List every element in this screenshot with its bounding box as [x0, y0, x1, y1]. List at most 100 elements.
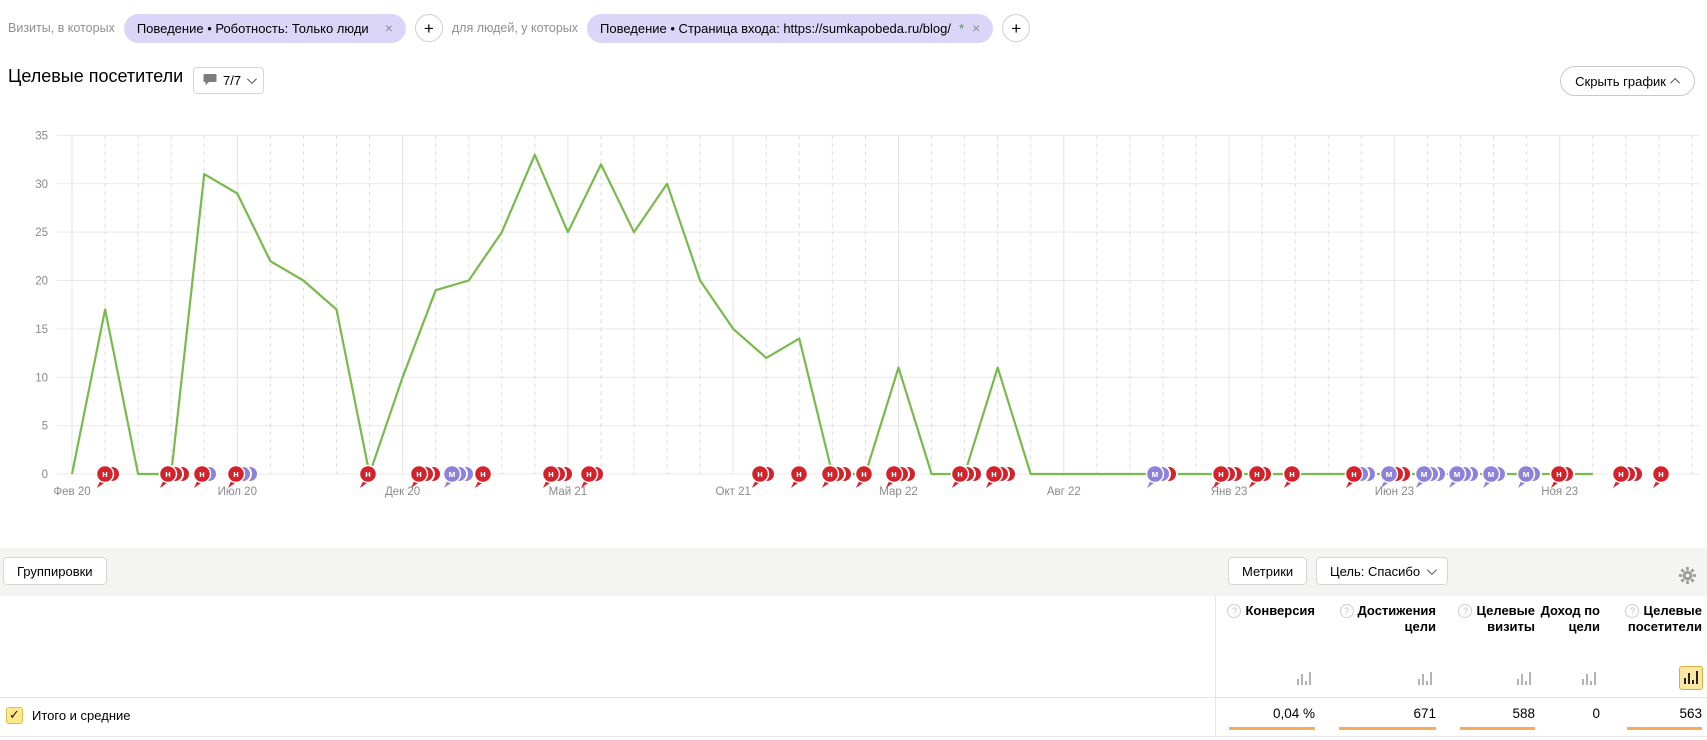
x-axis-label: Июн 23 — [1375, 486, 1414, 498]
comment-marker[interactable]: н — [1213, 466, 1244, 489]
comment-marker[interactable]: н — [1653, 466, 1670, 489]
total-value[interactable]: 563 — [1597, 706, 1702, 721]
x-axis-label: Окт 21 — [716, 486, 751, 498]
comment-marker[interactable]: м — [1518, 466, 1542, 489]
comment-marker[interactable]: н — [1249, 466, 1273, 489]
svg-text:н: н — [891, 469, 897, 480]
x-axis-label: Июл 20 — [218, 486, 257, 498]
y-axis-label: 0 — [42, 469, 48, 481]
svg-text:н: н — [1556, 469, 1562, 480]
svg-text:н: н — [233, 469, 239, 480]
svg-text:н: н — [757, 469, 763, 480]
svg-text:н: н — [165, 469, 171, 480]
help-icon[interactable]: ? — [1625, 604, 1639, 618]
column-header[interactable]: ?Целевые посетители — [1597, 603, 1702, 635]
y-axis-label: 20 — [35, 276, 48, 288]
metrics-button[interactable]: Метрики — [1228, 557, 1307, 585]
groupings-button[interactable]: Группировки — [3, 557, 107, 585]
svg-text:м: м — [1385, 469, 1392, 480]
histogram-icon[interactable] — [1512, 666, 1536, 690]
x-axis-label: Ноя 23 — [1541, 486, 1578, 498]
svg-text:н: н — [416, 469, 422, 480]
x-axis-label: Авг 22 — [1047, 486, 1081, 498]
comment-marker[interactable]: н — [360, 466, 377, 489]
svg-text:м: м — [1151, 469, 1158, 480]
svg-text:н: н — [991, 469, 997, 480]
comment-marker[interactable]: м — [1416, 466, 1447, 489]
svg-text:м: м — [1487, 469, 1494, 480]
svg-text:н: н — [957, 469, 963, 480]
comment-marker[interactable]: н — [791, 466, 808, 489]
comment-marker[interactable]: н — [543, 466, 574, 489]
comment-marker[interactable]: н — [97, 466, 121, 489]
total-value[interactable]: 671 — [1316, 706, 1436, 721]
comment-marker[interactable]: н — [856, 466, 873, 489]
svg-text:н: н — [199, 469, 205, 480]
y-axis-label: 30 — [35, 179, 48, 191]
comment-marker[interactable]: н — [475, 466, 492, 489]
help-icon[interactable]: ? — [1458, 604, 1472, 618]
comment-marker[interactable]: н — [1346, 466, 1377, 489]
totals-label: Итого и средние — [32, 708, 130, 723]
column-header[interactable]: ?Конверсия — [1175, 603, 1315, 619]
comment-marker[interactable]: м — [1147, 466, 1178, 489]
comment-marker[interactable]: н — [986, 466, 1017, 489]
svg-text:н: н — [861, 469, 867, 480]
comment-marker[interactable]: н — [581, 466, 605, 489]
column-header[interactable]: Доход по цели — [1538, 603, 1600, 635]
comment-marker[interactable]: н — [1613, 466, 1644, 489]
svg-text:н: н — [102, 469, 108, 480]
y-axis-label: 35 — [35, 130, 48, 142]
svg-text:н: н — [1618, 469, 1624, 480]
svg-text:н: н — [365, 469, 371, 480]
comment-marker[interactable]: н — [1284, 466, 1301, 489]
column-header[interactable]: ?Целевые визиты — [1435, 603, 1535, 635]
svg-text:м: м — [1522, 469, 1529, 480]
x-axis-label: Дек 20 — [385, 486, 420, 498]
histogram-icon[interactable] — [1679, 666, 1703, 690]
x-axis-label: Янв 23 — [1211, 486, 1248, 498]
x-axis-label: Май 21 — [549, 486, 588, 498]
comment-marker[interactable]: н — [1551, 466, 1575, 489]
table-toolbar: Группировки Метрики Цель: Спасибо — [0, 548, 1707, 596]
help-icon[interactable]: ? — [1227, 604, 1241, 618]
column-header[interactable]: ?Достижения цели — [1316, 603, 1436, 635]
total-value[interactable]: 0,04 % — [1175, 706, 1315, 721]
y-axis-label: 25 — [35, 227, 48, 239]
comment-marker[interactable]: н — [411, 466, 442, 489]
comment-marker[interactable]: н — [752, 466, 776, 489]
comment-marker[interactable]: н — [952, 466, 983, 489]
gear-icon[interactable] — [1678, 566, 1697, 590]
svg-text:н: н — [1658, 469, 1664, 480]
svg-text:н: н — [548, 469, 554, 480]
totals-row: ✓ Итого и средние — [6, 707, 130, 724]
svg-text:н: н — [1289, 469, 1295, 480]
comment-marker[interactable]: м — [1483, 466, 1507, 489]
histogram-icon[interactable] — [1292, 666, 1316, 690]
totals-checkbox[interactable]: ✓ — [6, 707, 23, 724]
comment-marker[interactable]: м — [1381, 466, 1412, 489]
total-value[interactable]: 0 — [1538, 706, 1600, 721]
comment-marker[interactable]: н — [194, 466, 218, 489]
svg-text:н: н — [1218, 469, 1224, 480]
chevron-down-icon — [1427, 565, 1437, 575]
comment-marker[interactable]: м — [1449, 466, 1480, 489]
comment-marker[interactable]: н — [886, 466, 917, 489]
target-visitors-chart[interactable]: 05101520253035Фев 20Июл 20Дек 20Май 21Ок… — [0, 0, 1707, 505]
comment-marker[interactable]: н — [160, 466, 191, 489]
help-icon[interactable]: ? — [1340, 604, 1354, 618]
total-value[interactable]: 588 — [1435, 706, 1535, 721]
svg-text:н: н — [1351, 469, 1357, 480]
svg-text:н: н — [480, 469, 486, 480]
y-axis-label: 5 — [42, 421, 48, 433]
svg-text:н: н — [1254, 469, 1260, 480]
svg-text:м: м — [1420, 469, 1427, 480]
svg-text:н: н — [827, 469, 833, 480]
svg-text:н: н — [796, 469, 802, 480]
goal-selector-button[interactable]: Цель: Спасибо — [1316, 557, 1448, 585]
comment-marker[interactable]: н — [822, 466, 853, 489]
comment-marker[interactable]: м — [444, 466, 475, 489]
comment-marker[interactable]: н — [228, 466, 259, 489]
histogram-icon[interactable] — [1413, 666, 1437, 690]
histogram-icon[interactable] — [1577, 666, 1601, 690]
